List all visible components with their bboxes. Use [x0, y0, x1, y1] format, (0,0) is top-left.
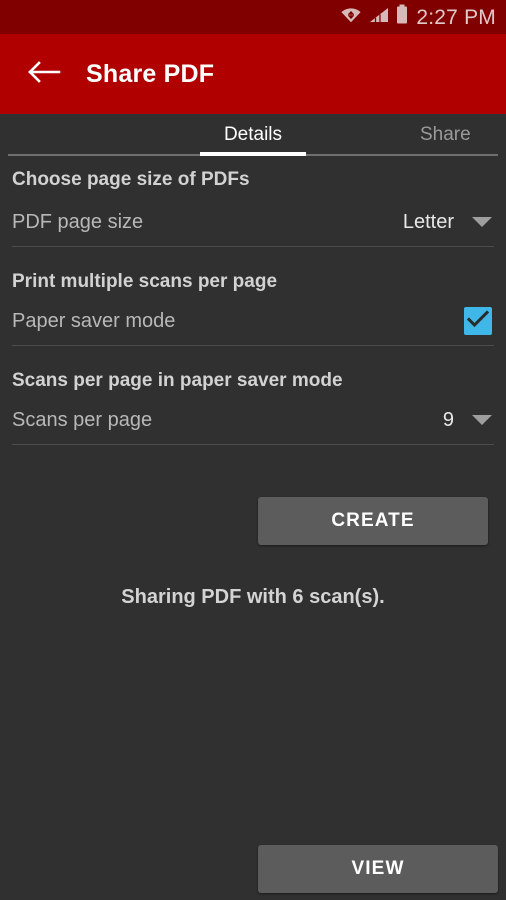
view-button[interactable]: VIEW — [258, 845, 498, 893]
pdf-page-size-label: PDF page size — [12, 211, 144, 233]
row-pdf-page-size[interactable]: PDF page size Letter — [0, 198, 506, 246]
page-title: Share PDF — [86, 59, 215, 88]
create-button[interactable]: CREATE — [258, 497, 488, 545]
tab-share[interactable]: Share — [420, 114, 506, 154]
tab-details-label: Details — [223, 123, 283, 145]
status-bar-clock: 2:27 PM — [416, 5, 496, 29]
section-scans-per-page-header: Scans per page in paper saver mode — [0, 346, 506, 396]
divider — [12, 444, 494, 445]
wifi-data-icon — [340, 4, 362, 31]
cell-signal-icon — [369, 5, 389, 30]
chevron-down-icon[interactable] — [472, 415, 492, 425]
pdf-page-size-value: Letter — [402, 211, 454, 233]
paper-saver-mode-label: Paper saver mode — [12, 310, 176, 332]
tab-details[interactable]: Details — [200, 114, 306, 154]
section-paper-saver-header: Print multiple scans per page — [0, 247, 506, 297]
back-button[interactable] — [14, 44, 74, 104]
battery-icon — [396, 4, 408, 30]
scans-per-page-label: Scans per page — [12, 409, 153, 431]
chevron-down-icon[interactable] — [472, 217, 492, 227]
checkmark-icon — [466, 309, 490, 333]
app-screen: 2:27 PM Share PDF Details Share Choose p… — [0, 0, 506, 900]
app-bar: Share PDF — [0, 34, 506, 114]
active-tab-indicator — [200, 152, 306, 156]
section-scans-per-page-title: Scans per page in paper saver mode — [12, 370, 343, 391]
section-page-size-header: Choose page size of PDFs — [0, 160, 506, 198]
row-paper-saver-mode[interactable]: Paper saver mode — [0, 297, 506, 345]
status-bar: 2:27 PM — [0, 0, 506, 34]
section-paper-saver-title: Print multiple scans per page — [12, 271, 278, 292]
back-arrow-icon — [27, 58, 61, 91]
settings-content: Choose page size of PDFs PDF page size L… — [0, 160, 506, 900]
tab-bar: Details Share — [0, 114, 506, 160]
status-bar-icons — [340, 4, 408, 31]
paper-saver-mode-checkbox[interactable] — [464, 307, 492, 335]
sharing-status-message: Sharing PDF with 6 scan(s). — [121, 586, 385, 608]
section-page-size-title: Choose page size of PDFs — [12, 168, 250, 190]
scans-per-page-value: 9 — [442, 409, 454, 431]
row-scans-per-page[interactable]: Scans per page 9 — [0, 396, 506, 444]
tab-share-label: Share — [420, 123, 471, 145]
